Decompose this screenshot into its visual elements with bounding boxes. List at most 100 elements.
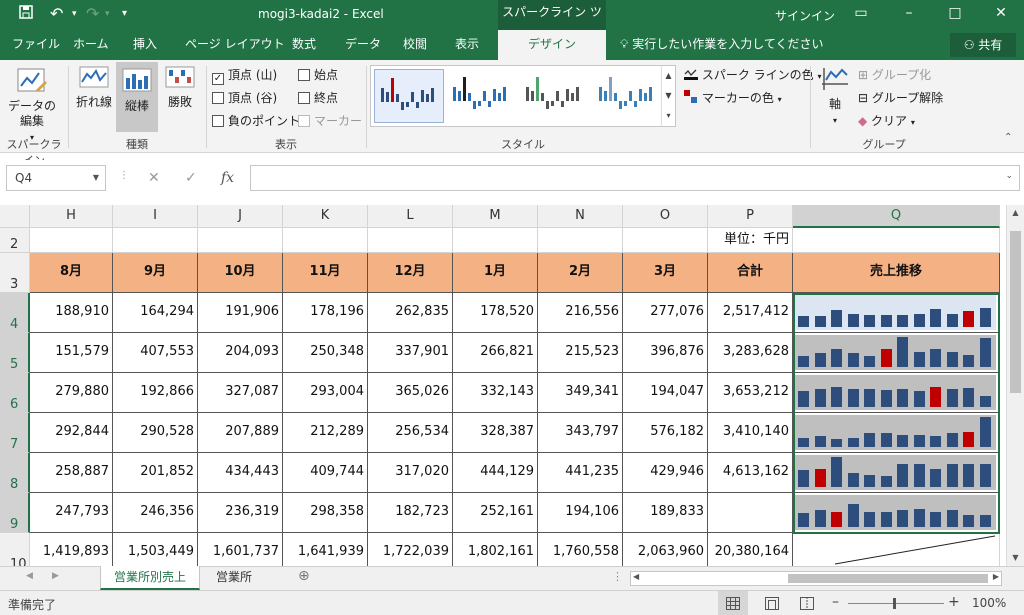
data-cell[interactable]: 1,601,737 bbox=[198, 533, 283, 566]
column-title[interactable]: 10月 bbox=[198, 253, 283, 293]
data-cell[interactable]: 247,793 bbox=[30, 493, 113, 533]
sparkline-cell[interactable] bbox=[793, 373, 1000, 413]
cell[interactable] bbox=[30, 228, 113, 253]
column-header-o[interactable]: O bbox=[623, 205, 708, 228]
data-cell[interactable]: 292,844 bbox=[30, 413, 113, 453]
zoom-in-icon[interactable]: + bbox=[948, 594, 960, 610]
vertical-scrollbar[interactable]: ▲ ▼ bbox=[1006, 205, 1024, 566]
row-header-10[interactable]: 10 bbox=[0, 533, 30, 566]
formula-input[interactable]: ⌄ bbox=[250, 165, 1020, 191]
sparkline-cell[interactable] bbox=[793, 293, 1000, 333]
next-sheet-icon[interactable]: ▶ bbox=[52, 571, 59, 581]
data-cell[interactable]: 4,613,162 bbox=[708, 453, 793, 493]
data-cell[interactable]: 290,528 bbox=[113, 413, 198, 453]
scroll-left-icon[interactable]: ◀ bbox=[633, 572, 639, 581]
page-layout-view-icon[interactable] bbox=[765, 597, 779, 610]
sheet-tab-office[interactable]: 営業所 bbox=[204, 566, 264, 590]
data-cell[interactable]: 409,744 bbox=[283, 453, 368, 493]
data-cell[interactable]: 1,760,558 bbox=[538, 533, 623, 566]
data-cell[interactable]: 434,443 bbox=[198, 453, 283, 493]
tab-home[interactable]: ホーム bbox=[73, 30, 109, 60]
data-cell[interactable]: 188,910 bbox=[30, 293, 113, 333]
data-cell[interactable]: 192,866 bbox=[113, 373, 198, 413]
sheet-tab-sales-by-office[interactable]: 営業所別売上 bbox=[100, 566, 200, 590]
gallery-more-icon[interactable]: ▾ bbox=[661, 106, 675, 126]
data-cell[interactable]: 256,534 bbox=[368, 413, 453, 453]
data-cell[interactable]: 212,289 bbox=[283, 413, 368, 453]
zoom-slider[interactable] bbox=[848, 603, 944, 604]
cell[interactable] bbox=[283, 228, 368, 253]
tab-page-layout[interactable]: ページ レイアウト bbox=[185, 30, 285, 60]
edit-data-button[interactable]: データの 編集 ▾ bbox=[6, 66, 58, 142]
data-cell[interactable]: 201,852 bbox=[113, 453, 198, 493]
data-cell[interactable]: 1,419,893 bbox=[30, 533, 113, 566]
select-all-corner[interactable] bbox=[0, 205, 30, 228]
data-cell[interactable]: 429,946 bbox=[623, 453, 708, 493]
data-cell[interactable]: 349,341 bbox=[538, 373, 623, 413]
column-title[interactable]: 11月 bbox=[283, 253, 368, 293]
cell[interactable] bbox=[623, 228, 708, 253]
scroll-down-icon[interactable]: ▼ bbox=[1007, 550, 1024, 566]
gallery-down-icon[interactable]: ▼ bbox=[661, 86, 675, 106]
data-cell[interactable]: 293,004 bbox=[283, 373, 368, 413]
data-cell[interactable]: 215,523 bbox=[538, 333, 623, 373]
horizontal-scrollbar[interactable]: ◀ ▶ bbox=[630, 571, 1002, 586]
row-header-2[interactable]: 2 bbox=[0, 228, 30, 253]
style-option[interactable] bbox=[593, 69, 663, 123]
data-cell[interactable] bbox=[708, 493, 793, 533]
data-cell[interactable]: 178,196 bbox=[283, 293, 368, 333]
style-option[interactable] bbox=[520, 69, 590, 123]
data-cell[interactable]: 396,876 bbox=[623, 333, 708, 373]
data-cell[interactable]: 246,356 bbox=[113, 493, 198, 533]
data-cell[interactable]: 576,182 bbox=[623, 413, 708, 453]
data-cell[interactable]: 194,106 bbox=[538, 493, 623, 533]
data-cell[interactable]: 332,143 bbox=[453, 373, 538, 413]
tab-design[interactable]: デザイン bbox=[498, 30, 606, 60]
cell[interactable] bbox=[368, 228, 453, 253]
data-cell[interactable]: 337,901 bbox=[368, 333, 453, 373]
data-cell[interactable]: 3,653,212 bbox=[708, 373, 793, 413]
row-header-7[interactable]: 7 bbox=[0, 413, 30, 453]
sparkline-cell[interactable] bbox=[793, 453, 1000, 493]
expand-formula-icon[interactable]: ⌄ bbox=[1005, 171, 1013, 181]
negative-points-checkbox[interactable]: 負のポイント bbox=[212, 112, 300, 129]
tab-formulas[interactable]: 数式 bbox=[292, 30, 316, 60]
column-title[interactable]: 3月 bbox=[623, 253, 708, 293]
cell[interactable] bbox=[113, 228, 198, 253]
data-cell[interactable]: 365,026 bbox=[368, 373, 453, 413]
insert-function-icon[interactable]: fx bbox=[221, 170, 234, 186]
data-cell[interactable]: 2,517,412 bbox=[708, 293, 793, 333]
data-cell[interactable]: 407,553 bbox=[113, 333, 198, 373]
data-cell[interactable]: 20,380,164 bbox=[708, 533, 793, 566]
column-header-n[interactable]: N bbox=[538, 205, 623, 228]
data-cell[interactable]: 194,047 bbox=[623, 373, 708, 413]
column-title[interactable]: 9月 bbox=[113, 253, 198, 293]
undo-icon[interactable]: ↶ bbox=[50, 4, 63, 24]
data-cell[interactable]: 441,235 bbox=[538, 453, 623, 493]
tab-data[interactable]: データ bbox=[345, 30, 381, 60]
low-point-checkbox[interactable]: 頂点 (谷) bbox=[212, 89, 277, 106]
sparkline-cell[interactable] bbox=[793, 413, 1000, 453]
name-box[interactable]: Q4 ▼ bbox=[6, 165, 106, 191]
axis-button[interactable]: 軸 ▾ bbox=[816, 64, 854, 130]
scroll-thumb[interactable] bbox=[788, 574, 988, 583]
first-point-checkbox[interactable]: 始点 bbox=[298, 66, 338, 83]
row-header-4[interactable]: 4 bbox=[0, 293, 30, 333]
zoom-slider-thumb[interactable] bbox=[893, 598, 896, 609]
data-cell[interactable]: 343,797 bbox=[538, 413, 623, 453]
maximize-icon[interactable]: □ bbox=[940, 2, 970, 24]
data-cell[interactable]: 182,723 bbox=[368, 493, 453, 533]
scroll-thumb[interactable] bbox=[1010, 231, 1021, 393]
data-cell[interactable]: 3,410,140 bbox=[708, 413, 793, 453]
sparkline-cell[interactable] bbox=[793, 333, 1000, 373]
undo-dropdown-icon[interactable]: ▾ bbox=[72, 4, 77, 24]
redo-icon[interactable]: ↷ bbox=[86, 4, 99, 24]
collapse-ribbon-icon[interactable]: ⌃ bbox=[1004, 132, 1012, 143]
data-cell[interactable]: 252,161 bbox=[453, 493, 538, 533]
zoom-level[interactable]: 100% bbox=[972, 596, 1006, 610]
unit-label[interactable]: 単位：千円 bbox=[708, 228, 793, 253]
close-icon[interactable]: ✕ bbox=[986, 2, 1016, 24]
data-cell[interactable]: 298,358 bbox=[283, 493, 368, 533]
column-title[interactable]: 8月 bbox=[30, 253, 113, 293]
column-header-h[interactable]: H bbox=[30, 205, 113, 228]
